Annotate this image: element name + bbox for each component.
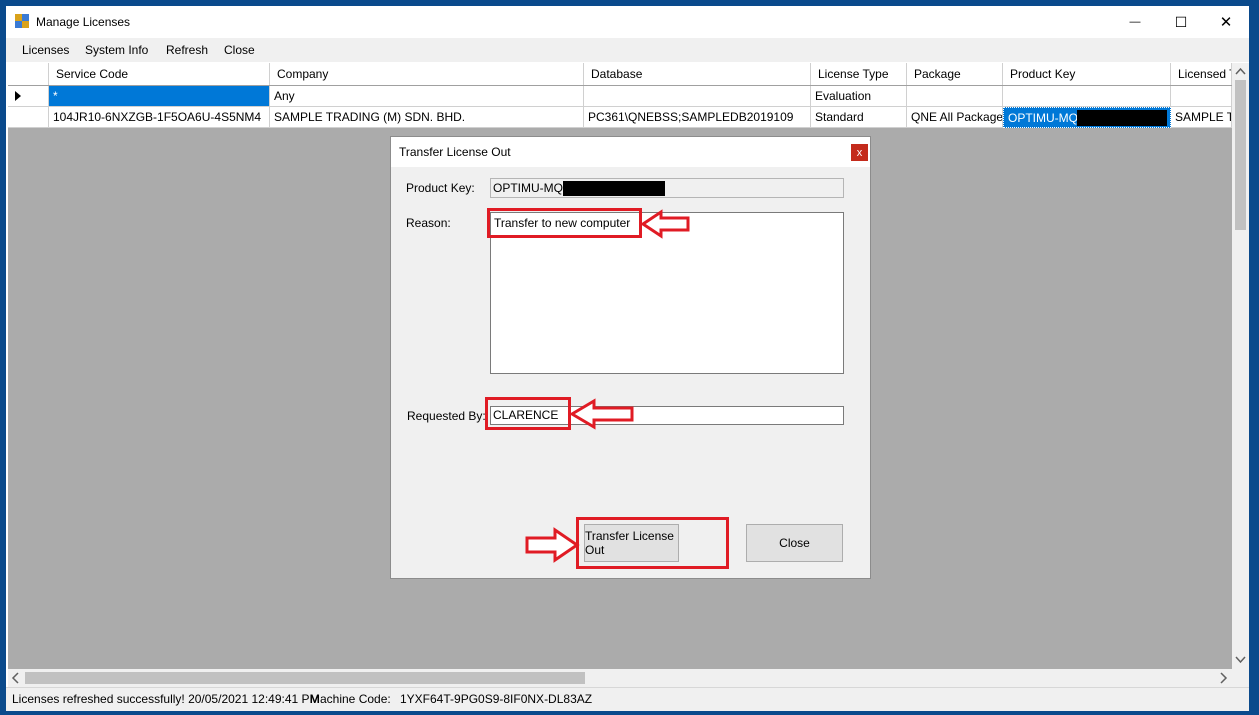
status-message: Licenses refreshed successfully! 20/05/2… <box>12 692 320 706</box>
current-row-arrow-icon <box>15 91 21 101</box>
redaction-bar <box>1077 110 1167 126</box>
cell-service-code[interactable]: 104JR10-6NXZGB-1F5OA6U-4S5NM4 <box>49 107 270 128</box>
dialog-close-action-button[interactable]: Close <box>746 524 843 562</box>
close-window-button[interactable]: ✕ <box>1203 6 1249 38</box>
maximize-icon: ☐ <box>1174 13 1188 30</box>
close-button-label: Close <box>779 536 810 550</box>
left-arrow-icon <box>641 209 690 239</box>
column-header-package[interactable]: Package <box>907 63 1003 85</box>
product-key-field-text: OPTIMU-MQN <box>493 181 572 195</box>
cell-new-product-key[interactable] <box>1003 86 1171 107</box>
cell-new-company[interactable]: Any <box>270 86 584 107</box>
right-arrow-icon <box>525 527 580 563</box>
row-header-current[interactable] <box>8 86 49 107</box>
maximize-button[interactable]: ☐ <box>1158 6 1204 38</box>
vertical-scroll-thumb[interactable] <box>1235 80 1246 230</box>
menu-refresh[interactable]: Refresh <box>166 43 208 57</box>
product-key-text: OPTIMU-MQN <box>1008 111 1087 125</box>
menu-licenses[interactable]: Licenses <box>22 43 69 57</box>
menu-bar: Licenses System Info Refresh Close <box>6 38 1249 62</box>
cell-database[interactable]: PC361\QNEBSS;SAMPLEDB2019109 <box>584 107 811 128</box>
scroll-left-icon[interactable] <box>9 669 23 687</box>
dialog-title: Transfer License Out <box>399 145 511 159</box>
vertical-scrollbar[interactable] <box>1232 63 1249 687</box>
requested-by-highlight-box <box>485 397 571 430</box>
cell-licensed-to[interactable]: SAMPLE TR <box>1171 107 1232 128</box>
minimize-button[interactable]: — <box>1112 6 1158 38</box>
left-arrow-icon <box>570 398 634 430</box>
menu-system-info[interactable]: System Info <box>85 43 148 57</box>
close-icon: ✕ <box>1219 14 1233 31</box>
cell-package[interactable]: QNE All Packages <box>907 107 1003 128</box>
requested-by-label: Requested By: <box>407 409 486 423</box>
cell-new-licensed-to[interactable] <box>1171 86 1232 107</box>
product-key-field: OPTIMU-MQN <box>490 178 844 198</box>
menu-close[interactable]: Close <box>224 43 255 57</box>
reason-label: Reason: <box>406 216 451 230</box>
machine-code-label: Machine Code: <box>310 692 391 706</box>
machine-code-value: 1YXF64T-9PG0S9-8IF0NX-DL83AZ <box>400 692 593 706</box>
cell-new-database[interactable] <box>584 86 811 107</box>
cell-company[interactable]: SAMPLE TRADING (M) SDN. BHD. <box>270 107 584 128</box>
dialog-title-bar: Transfer License Out x <box>391 137 870 167</box>
cell-product-key-selected[interactable]: OPTIMU-MQN <box>1003 107 1171 128</box>
column-header-licensed-to[interactable]: Licensed T <box>1171 63 1232 85</box>
cell-new-package[interactable] <box>907 86 1003 107</box>
cell-new-service-code[interactable]: * <box>49 86 270 107</box>
column-header-product-key[interactable]: Product Key <box>1003 63 1171 85</box>
column-header-database[interactable]: Database <box>584 63 811 85</box>
status-bar: Licenses refreshed successfully! 20/05/2… <box>6 687 1249 711</box>
cell-license-type[interactable]: Standard <box>811 107 907 128</box>
minimize-icon: — <box>1129 16 1141 28</box>
horizontal-scroll-thumb[interactable] <box>25 672 585 684</box>
row-header-corner <box>8 63 49 85</box>
title-bar: Manage Licenses — ☐ ✕ <box>6 6 1249 38</box>
column-header-service-code[interactable]: Service Code <box>49 63 270 85</box>
product-key-label: Product Key: <box>406 181 475 195</box>
scroll-right-icon[interactable] <box>1216 669 1230 687</box>
row-header[interactable] <box>8 107 49 128</box>
transfer-button-highlight-box <box>576 517 729 569</box>
grid-header: Service Code Company Database License Ty… <box>8 63 1232 86</box>
app-icon <box>15 14 29 28</box>
window-title: Manage Licenses <box>36 15 131 29</box>
column-header-company[interactable]: Company <box>270 63 584 85</box>
cell-new-license-type[interactable]: Evaluation <box>811 86 907 107</box>
scroll-down-icon[interactable] <box>1232 652 1249 666</box>
column-header-license-type[interactable]: License Type <box>811 63 907 85</box>
redaction-bar <box>563 181 665 196</box>
dialog-close-icon: x <box>856 146 863 159</box>
horizontal-scrollbar[interactable] <box>8 669 1232 687</box>
reason-highlight-box <box>487 208 642 238</box>
scroll-up-icon[interactable] <box>1232 65 1249 79</box>
transfer-license-dialog: Transfer License Out x Product Key: OPTI… <box>390 136 871 579</box>
dialog-close-button[interactable]: x <box>851 144 868 161</box>
